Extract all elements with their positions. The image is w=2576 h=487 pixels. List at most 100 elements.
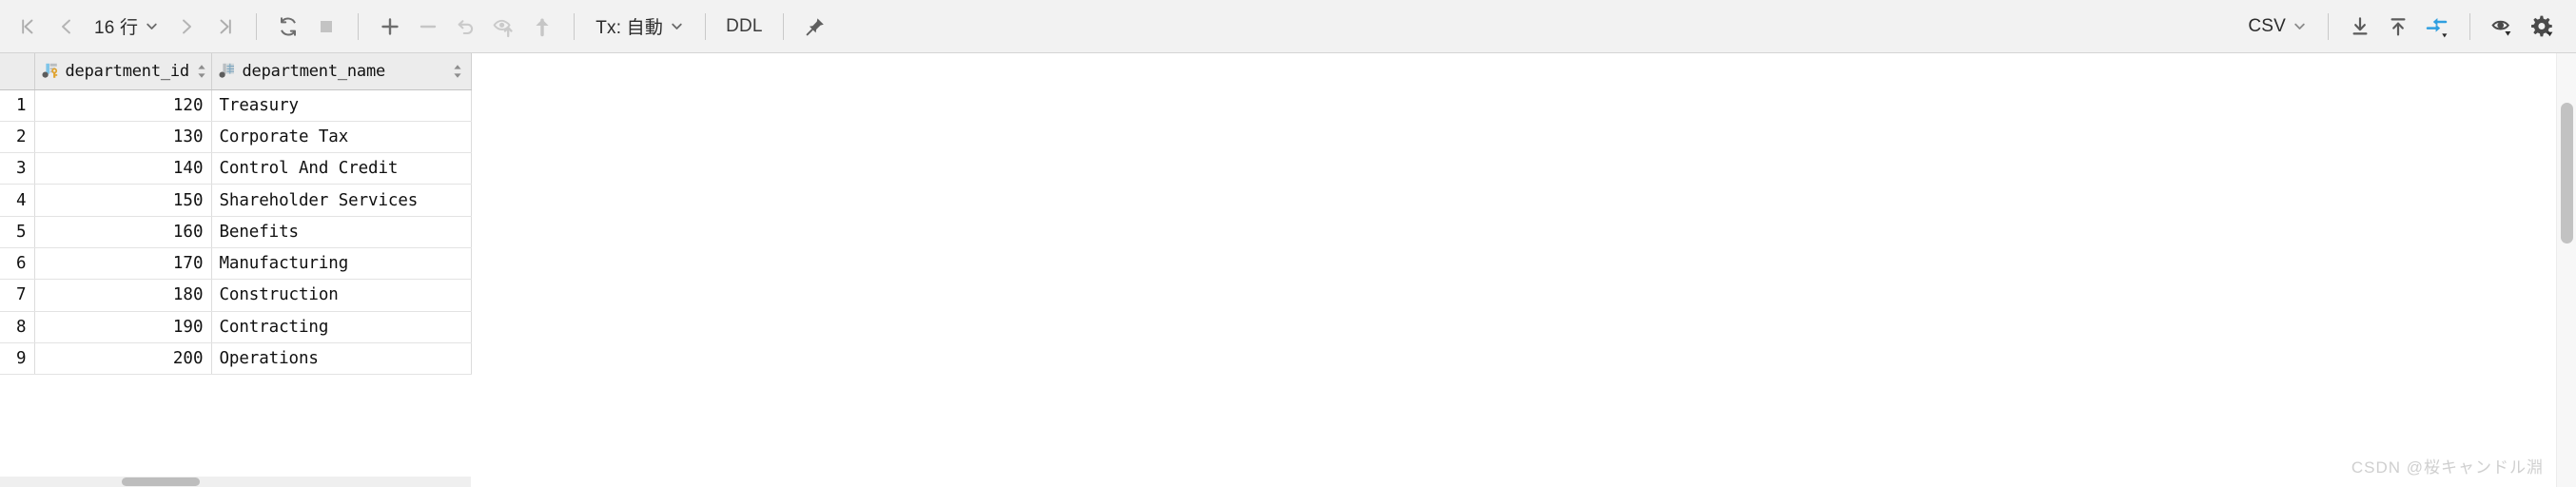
cell-department-id[interactable]: 120: [34, 89, 212, 122]
reload-button[interactable]: [269, 8, 307, 46]
cell-department-name[interactable]: Operations: [211, 342, 472, 376]
import-button[interactable]: [2379, 8, 2417, 46]
pin-tab-button[interactable]: [796, 8, 834, 46]
table-row[interactable]: 8 190 Contracting: [0, 311, 472, 343]
ddl-label: DDL: [726, 15, 763, 36]
cell-department-id[interactable]: 200: [34, 342, 212, 376]
chevron-down-icon: [2293, 19, 2307, 33]
result-grid-area: department_id department_name 1 120 Trea…: [0, 53, 2576, 487]
row-count-selector[interactable]: 16 行: [86, 8, 167, 46]
load-changes-button[interactable]: [485, 8, 523, 46]
toolbar-separator: [2328, 12, 2329, 40]
table-body: 1 120 Treasury 2 130 Corporate Tax 3 140…: [0, 89, 472, 376]
cell-department-name[interactable]: Corporate Tax: [211, 121, 472, 154]
chevron-down-icon: [670, 19, 684, 33]
stop-icon: [321, 20, 333, 32]
eye-icon: [2491, 20, 2511, 36]
row-count-label: 16 行: [94, 18, 139, 38]
output-format-selector[interactable]: CSV: [2239, 8, 2315, 46]
cell-department-name[interactable]: Treasury: [211, 89, 472, 122]
cell-department-id[interactable]: 180: [34, 279, 212, 312]
cell-department-name[interactable]: Contracting: [211, 311, 472, 343]
column-header-department-name[interactable]: department_name: [211, 53, 472, 90]
plus-icon: [381, 17, 399, 35]
horizontal-scrollbar-thumb[interactable]: [122, 477, 200, 486]
vertical-scrollbar-thumb[interactable]: [2561, 103, 2573, 244]
row-number: 6: [0, 247, 35, 281]
revert-button[interactable]: [447, 8, 485, 46]
next-page-button[interactable]: [167, 8, 205, 46]
toolbar-left-group: 16 行 Tx: 自動 DDL: [0, 8, 834, 46]
table-header: department_id department_name: [0, 53, 472, 90]
pin-icon: [806, 17, 824, 35]
table-column-icon: [218, 62, 236, 80]
table-row[interactable]: 6 170 Manufacturing: [0, 247, 472, 281]
cell-department-id[interactable]: 160: [34, 216, 212, 248]
transaction-mode-selector[interactable]: Tx: 自動: [587, 8, 693, 46]
row-number-header: [0, 53, 35, 90]
row-number: 9: [0, 342, 35, 376]
toolbar-separator: [358, 12, 360, 40]
cell-department-name[interactable]: Manufacturing: [211, 247, 472, 281]
cell-department-name[interactable]: Benefits: [211, 216, 472, 248]
row-number: 2: [0, 121, 35, 154]
output-format-label: CSV: [2248, 15, 2286, 36]
table-row[interactable]: 7 180 Construction: [0, 279, 472, 312]
refresh-icon: [281, 16, 297, 36]
toolbar-separator: [574, 12, 576, 40]
row-number: 5: [0, 216, 35, 248]
column-header-label: department_name: [242, 61, 386, 81]
header-row: department_id department_name: [0, 53, 472, 90]
gear-icon: [2531, 15, 2553, 36]
toolbar-separator: [2469, 12, 2470, 40]
minus-icon: [420, 25, 437, 28]
eye-upload-icon: [493, 19, 513, 37]
add-row-button[interactable]: [371, 8, 409, 46]
sort-toggle-icon[interactable]: [452, 63, 465, 80]
export-button[interactable]: [2341, 8, 2379, 46]
cell-department-id[interactable]: 150: [34, 184, 212, 217]
cell-department-id[interactable]: 140: [34, 152, 212, 185]
table-row[interactable]: 2 130 Corporate Tax: [0, 121, 472, 154]
cell-department-id[interactable]: 130: [34, 121, 212, 154]
previous-page-button[interactable]: [48, 8, 86, 46]
last-page-button[interactable]: [205, 8, 244, 46]
download-icon: [2352, 16, 2368, 34]
table-row[interactable]: 4 150 Shareholder Services: [0, 184, 472, 217]
data-table: department_id department_name 1 120 Trea…: [0, 53, 472, 376]
undo-arrow-icon: [458, 19, 474, 34]
ddl-button[interactable]: DDL: [718, 8, 771, 46]
toolbar-separator: [782, 12, 784, 40]
toolbar-right-group: CSV: [2239, 8, 2576, 46]
view-options-button[interactable]: [2483, 8, 2523, 46]
result-toolbar: 16 行 Tx: 自動 DDL CSV: [0, 0, 2576, 53]
row-number: 3: [0, 152, 35, 185]
compare-data-button[interactable]: [2417, 8, 2457, 46]
row-number: 4: [0, 184, 35, 217]
vertical-scrollbar[interactable]: [2556, 53, 2576, 487]
first-page-button[interactable]: [10, 8, 48, 46]
cell-department-name[interactable]: Construction: [211, 279, 472, 312]
chevron-right-icon: [183, 19, 192, 33]
cell-department-name[interactable]: Control And Credit: [211, 152, 472, 185]
horizontal-scrollbar[interactable]: [0, 477, 471, 487]
last-page-icon: [220, 19, 231, 33]
delete-row-button[interactable]: [409, 8, 447, 46]
stop-button[interactable]: [307, 8, 345, 46]
sort-toggle-icon[interactable]: [196, 63, 209, 80]
cell-department-id[interactable]: 170: [34, 247, 212, 281]
submit-button[interactable]: [523, 8, 561, 46]
row-number: 1: [0, 89, 35, 122]
settings-button[interactable]: [2523, 8, 2563, 46]
chevron-down-icon: [145, 19, 159, 33]
table-row[interactable]: 1 120 Treasury: [0, 89, 472, 122]
cell-department-name[interactable]: Shareholder Services: [211, 184, 472, 217]
toolbar-separator: [705, 12, 707, 40]
cell-department-id[interactable]: 190: [34, 311, 212, 343]
first-page-icon: [22, 19, 33, 33]
column-header-department-id[interactable]: department_id: [34, 53, 212, 90]
table-row[interactable]: 3 140 Control And Credit: [0, 152, 472, 185]
table-row[interactable]: 5 160 Benefits: [0, 216, 472, 248]
table-row[interactable]: 9 200 Operations: [0, 342, 472, 376]
toolbar-separator: [256, 12, 258, 40]
